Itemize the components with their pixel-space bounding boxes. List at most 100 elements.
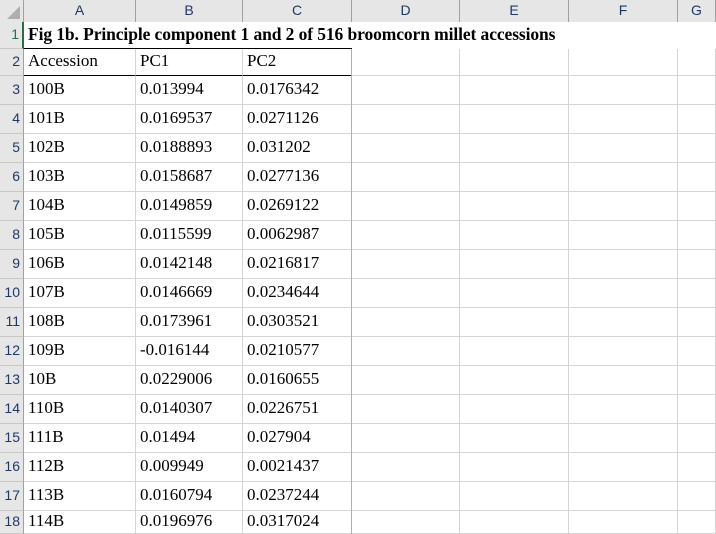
- row-header-10[interactable]: 10: [0, 279, 24, 308]
- cell-D11[interactable]: [352, 308, 460, 337]
- cell-E18[interactable]: [460, 511, 569, 534]
- cell-E10[interactable]: [460, 279, 569, 308]
- cell-E17[interactable]: [460, 482, 569, 511]
- cell-pc1[interactable]: 0.0169537: [136, 105, 243, 134]
- cell-E12[interactable]: [460, 337, 569, 366]
- cell-accession[interactable]: 111B: [24, 424, 136, 453]
- row-header-12[interactable]: 12: [0, 337, 24, 366]
- column-header-b[interactable]: B: [136, 0, 243, 22]
- cell-D10[interactable]: [352, 279, 460, 308]
- cell-E3[interactable]: [460, 76, 569, 105]
- cell-accession[interactable]: 100B: [24, 76, 136, 105]
- cell-G11[interactable]: [678, 308, 716, 337]
- cell-pc2[interactable]: 0.0216817: [243, 250, 352, 279]
- row-header-15[interactable]: 15: [0, 424, 24, 453]
- row-header-2[interactable]: 2: [0, 49, 24, 76]
- column-header-f[interactable]: F: [569, 0, 678, 22]
- cell-G3[interactable]: [678, 76, 716, 105]
- cell-pc2[interactable]: 0.0021437: [243, 453, 352, 482]
- cell-pc2[interactable]: 0.0062987: [243, 221, 352, 250]
- cell-accession[interactable]: 104B: [24, 192, 136, 221]
- cell-E7[interactable]: [460, 192, 569, 221]
- cell-F11[interactable]: [569, 308, 678, 337]
- cell-pc2[interactable]: 0.0234644: [243, 279, 352, 308]
- cell-accession[interactable]: 106B: [24, 250, 136, 279]
- cell-F12[interactable]: [569, 337, 678, 366]
- cell-D4[interactable]: [352, 105, 460, 134]
- cell-accession[interactable]: 113B: [24, 482, 136, 511]
- cell-F15[interactable]: [569, 424, 678, 453]
- cell-pc1[interactable]: -0.016144: [136, 337, 243, 366]
- cell-G13[interactable]: [678, 366, 716, 395]
- cell-G14[interactable]: [678, 395, 716, 424]
- cell-D13[interactable]: [352, 366, 460, 395]
- cell-accession[interactable]: 10B: [24, 366, 136, 395]
- cell-F2[interactable]: [569, 49, 678, 76]
- row-header-11[interactable]: 11: [0, 308, 24, 337]
- cell-pc2[interactable]: 0.0226751: [243, 395, 352, 424]
- column-header-g[interactable]: G: [678, 0, 716, 22]
- cell-G16[interactable]: [678, 453, 716, 482]
- cell-accession[interactable]: 110B: [24, 395, 136, 424]
- cell-pc1[interactable]: 0.0142148: [136, 250, 243, 279]
- cell-accession[interactable]: 103B: [24, 163, 136, 192]
- cell-pc1[interactable]: 0.0196976: [136, 511, 243, 534]
- cell-D12[interactable]: [352, 337, 460, 366]
- cell-E6[interactable]: [460, 163, 569, 192]
- cell-D15[interactable]: [352, 424, 460, 453]
- cell-F3[interactable]: [569, 76, 678, 105]
- cell-pc1[interactable]: 0.0229006: [136, 366, 243, 395]
- cell-D6[interactable]: [352, 163, 460, 192]
- row-header-14[interactable]: 14: [0, 395, 24, 424]
- cell-G9[interactable]: [678, 250, 716, 279]
- cell-pc2[interactable]: 0.0269122: [243, 192, 352, 221]
- cell-pc1[interactable]: 0.0149859: [136, 192, 243, 221]
- cell-E14[interactable]: [460, 395, 569, 424]
- row-header-1[interactable]: 1: [0, 22, 24, 49]
- cell-pc2[interactable]: 0.027904: [243, 424, 352, 453]
- row-header-7[interactable]: 7: [0, 192, 24, 221]
- cell-G5[interactable]: [678, 134, 716, 163]
- row-header-3[interactable]: 3: [0, 76, 24, 105]
- cell-G6[interactable]: [678, 163, 716, 192]
- cell-E9[interactable]: [460, 250, 569, 279]
- cell-pc1[interactable]: 0.013994: [136, 76, 243, 105]
- cell-pc1[interactable]: 0.009949: [136, 453, 243, 482]
- cell-D9[interactable]: [352, 250, 460, 279]
- cell-pc2[interactable]: 0.0303521: [243, 308, 352, 337]
- cell-pc2[interactable]: 0.0317024: [243, 511, 352, 534]
- cell-pc2[interactable]: 0.0160655: [243, 366, 352, 395]
- cell-pc2[interactable]: 0.0210577: [243, 337, 352, 366]
- cell-accession[interactable]: 112B: [24, 453, 136, 482]
- cell-F13[interactable]: [569, 366, 678, 395]
- cell-G12[interactable]: [678, 337, 716, 366]
- cell-pc1[interactable]: 0.0188893: [136, 134, 243, 163]
- cell-F4[interactable]: [569, 105, 678, 134]
- cell-E16[interactable]: [460, 453, 569, 482]
- title-cell-a1[interactable]: Fig 1b. Principle component 1 and 2 of 5…: [24, 22, 716, 49]
- cell-F6[interactable]: [569, 163, 678, 192]
- cell-F14[interactable]: [569, 395, 678, 424]
- cell-D17[interactable]: [352, 482, 460, 511]
- row-header-17[interactable]: 17: [0, 482, 24, 511]
- cell-G4[interactable]: [678, 105, 716, 134]
- cell-G15[interactable]: [678, 424, 716, 453]
- cell-pc1[interactable]: 0.0115599: [136, 221, 243, 250]
- cell-pc2[interactable]: 0.0237244: [243, 482, 352, 511]
- cell-pc2[interactable]: 0.031202: [243, 134, 352, 163]
- row-header-18[interactable]: 18: [0, 511, 24, 534]
- cell-E5[interactable]: [460, 134, 569, 163]
- cell-D5[interactable]: [352, 134, 460, 163]
- cell-E2[interactable]: [460, 49, 569, 76]
- cell-E8[interactable]: [460, 221, 569, 250]
- cell-F18[interactable]: [569, 511, 678, 534]
- cell-F10[interactable]: [569, 279, 678, 308]
- table-header-pc2[interactable]: PC2: [243, 49, 352, 76]
- cell-accession[interactable]: 105B: [24, 221, 136, 250]
- cell-G18[interactable]: [678, 511, 716, 534]
- cell-E4[interactable]: [460, 105, 569, 134]
- cell-E15[interactable]: [460, 424, 569, 453]
- cell-D16[interactable]: [352, 453, 460, 482]
- cell-G17[interactable]: [678, 482, 716, 511]
- row-header-9[interactable]: 9: [0, 250, 24, 279]
